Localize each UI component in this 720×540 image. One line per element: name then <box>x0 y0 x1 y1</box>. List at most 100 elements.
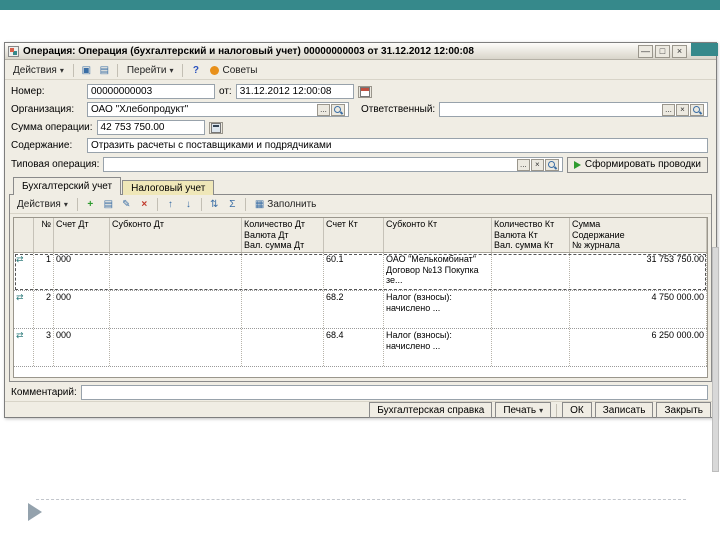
cell-num[interactable]: 2 <box>34 291 54 328</box>
cell-credit-account[interactable]: 68.4 <box>324 329 384 366</box>
content-row: Содержание: Отразить расчеты с поставщик… <box>11 137 708 154</box>
posting-icon: ⇄ <box>16 254 24 264</box>
copy-button[interactable]: ▤ <box>97 63 112 78</box>
cell-sum[interactable]: 4 750 000.00 <box>570 291 707 328</box>
choose-button[interactable]: ... <box>516 158 530 171</box>
cell-sum[interactable]: 6 250 000.00 <box>570 329 707 366</box>
typical-operation-label: Типовая операция: <box>11 159 100 170</box>
cell-num[interactable]: 1 <box>34 253 54 290</box>
cell-debit-subconto[interactable] <box>110 329 242 366</box>
cell-credit-account[interactable]: 60.1 <box>324 253 384 290</box>
sort-button[interactable]: ⇅ <box>207 197 222 212</box>
move-down-button[interactable]: ↓ <box>181 197 196 212</box>
cell-debit-account[interactable]: 000 <box>54 329 110 366</box>
amount-row: Сумма операции: 42 753 750.00 <box>11 119 708 136</box>
cell-debit-account[interactable]: 000 <box>54 291 110 328</box>
typical-field-buttons: ... × <box>516 158 559 171</box>
right-scrollbar-artifact[interactable] <box>712 247 719 472</box>
slide-teal-corner-accent <box>691 43 718 56</box>
move-up-button[interactable]: ↑ <box>163 197 178 212</box>
cell-credit-qty[interactable] <box>492 253 570 290</box>
minimize-button[interactable]: — <box>638 44 653 58</box>
accounting-tab-page: Действия ▾ + ▤ ✎ × ↑ ↓ ⇅ Σ ▦ Заполнить № <box>9 194 712 382</box>
clear-button[interactable]: × <box>530 158 544 171</box>
calendar-button[interactable] <box>357 85 372 98</box>
close-window-button[interactable]: Закрыть <box>656 402 711 418</box>
help-icon: ? <box>192 64 200 76</box>
footer-button-bar: Бухгалтерская справка Печать ▾ ОК Записа… <box>5 401 716 418</box>
subconto-line: ОАО "Мелькомбинат" <box>386 254 476 264</box>
cell-debit-subconto[interactable] <box>110 291 242 328</box>
responsible-field[interactable]: ... × <box>439 102 708 117</box>
copy-row-button[interactable]: ▤ <box>101 197 116 212</box>
clear-button[interactable]: × <box>676 103 689 116</box>
toolbar-separator <box>244 197 246 211</box>
print-button[interactable]: Печать ▾ <box>495 402 552 418</box>
generate-postings-button[interactable]: Сформировать проводки <box>566 156 708 173</box>
accounting-reference-button[interactable]: Бухгалтерская справка <box>369 402 493 418</box>
cell-credit-qty[interactable] <box>492 329 570 366</box>
fill-button[interactable]: ▦ Заполнить <box>251 197 321 212</box>
maximize-button[interactable]: □ <box>655 44 670 58</box>
responsible-field-buttons: ... × <box>662 103 704 116</box>
subconto-line: Налог (взносы): начислено ... <box>386 330 452 351</box>
calculator-button[interactable] <box>208 121 223 134</box>
actions-label: Действия <box>13 64 57 76</box>
typical-operation-field[interactable]: ... × <box>103 157 563 172</box>
cell-credit-subconto[interactable]: Налог (взносы): начислено ... <box>384 291 492 328</box>
cell-debit-subconto[interactable] <box>110 253 242 290</box>
toolbar-separator <box>72 63 74 77</box>
save-button[interactable]: ▣ <box>79 63 94 78</box>
open-button[interactable] <box>690 103 704 116</box>
toolbar-separator <box>76 197 78 211</box>
number-field[interactable]: 00000000003 <box>87 84 215 99</box>
amount-field[interactable]: 42 753 750.00 <box>96 120 205 135</box>
totals-icon: Σ <box>229 198 236 210</box>
totals-button[interactable]: Σ <box>225 197 240 212</box>
cell-credit-subconto[interactable]: ОАО "Мелькомбинат" Договор №13 Покупка з… <box>384 253 492 290</box>
cell-credit-subconto[interactable]: Налог (взносы): начислено ... <box>384 329 492 366</box>
cell-num[interactable]: 3 <box>34 329 54 366</box>
table-row[interactable]: ⇄ 1 000 60.1 ОАО "Мелькомбинат" Договор … <box>14 253 707 291</box>
close-button[interactable]: × <box>672 44 687 58</box>
table-row[interactable]: ⇄ 2 000 68.2 Налог (взносы): начислено .… <box>14 291 707 329</box>
organization-field[interactable]: ОАО "Хлебопродукт" ... <box>87 102 349 117</box>
help-button[interactable]: ? <box>188 63 203 78</box>
header-line: Валюта Дт <box>244 229 289 240</box>
date-label: от: <box>219 86 232 97</box>
cell-sum[interactable]: 31 753 750.00 <box>570 253 707 290</box>
grid-header-debit-account: Счет Дт <box>54 218 110 252</box>
window-controls: — □ × <box>638 44 687 58</box>
cell-row-icon: ⇄ <box>14 291 34 328</box>
edit-row-button[interactable]: ✎ <box>119 197 134 212</box>
content-field[interactable]: Отразить расчеты с поставщиками и подряд… <box>87 138 708 153</box>
ok-button[interactable]: ОК <box>562 402 592 418</box>
choose-button[interactable]: ... <box>317 103 330 116</box>
choose-button[interactable]: ... <box>662 103 675 116</box>
grid-actions-menu-button[interactable]: Действия ▾ <box>13 197 72 212</box>
tab-accounting[interactable]: Бухгалтерский учет <box>13 177 122 195</box>
cell-debit-account[interactable]: 000 <box>54 253 110 290</box>
cell-credit-account[interactable]: 68.2 <box>324 291 384 328</box>
magnifier-icon <box>333 105 343 115</box>
open-button[interactable] <box>544 158 559 171</box>
add-row-button[interactable]: + <box>83 197 98 212</box>
table-row[interactable]: ⇄ 3 000 68.4 Налог (взносы): начислено .… <box>14 329 707 367</box>
actions-menu-button[interactable]: Действия ▾ <box>9 63 68 78</box>
header-line: Количество Дт <box>244 219 306 229</box>
tips-button[interactable]: Советы <box>206 63 261 78</box>
date-field[interactable]: 31.12.2012 12:00:08 <box>235 84 354 99</box>
cell-debit-qty[interactable] <box>242 253 324 290</box>
organization-row: Организация: ОАО "Хлебопродукт" ... Отве… <box>11 101 708 118</box>
goto-menu-button[interactable]: Перейти ▾ <box>123 63 178 78</box>
grid-header-sum: Сумма Содержание № журнала <box>570 218 707 252</box>
comment-row: Комментарий: <box>11 384 708 400</box>
cell-credit-qty[interactable] <box>492 291 570 328</box>
comment-field[interactable] <box>80 384 708 400</box>
cell-debit-qty[interactable] <box>242 329 324 366</box>
tab-tax[interactable]: Налоговый учет <box>122 180 215 195</box>
write-button[interactable]: Записать <box>594 402 654 418</box>
delete-row-button[interactable]: × <box>137 197 152 212</box>
open-button[interactable] <box>331 103 345 116</box>
cell-debit-qty[interactable] <box>242 291 324 328</box>
